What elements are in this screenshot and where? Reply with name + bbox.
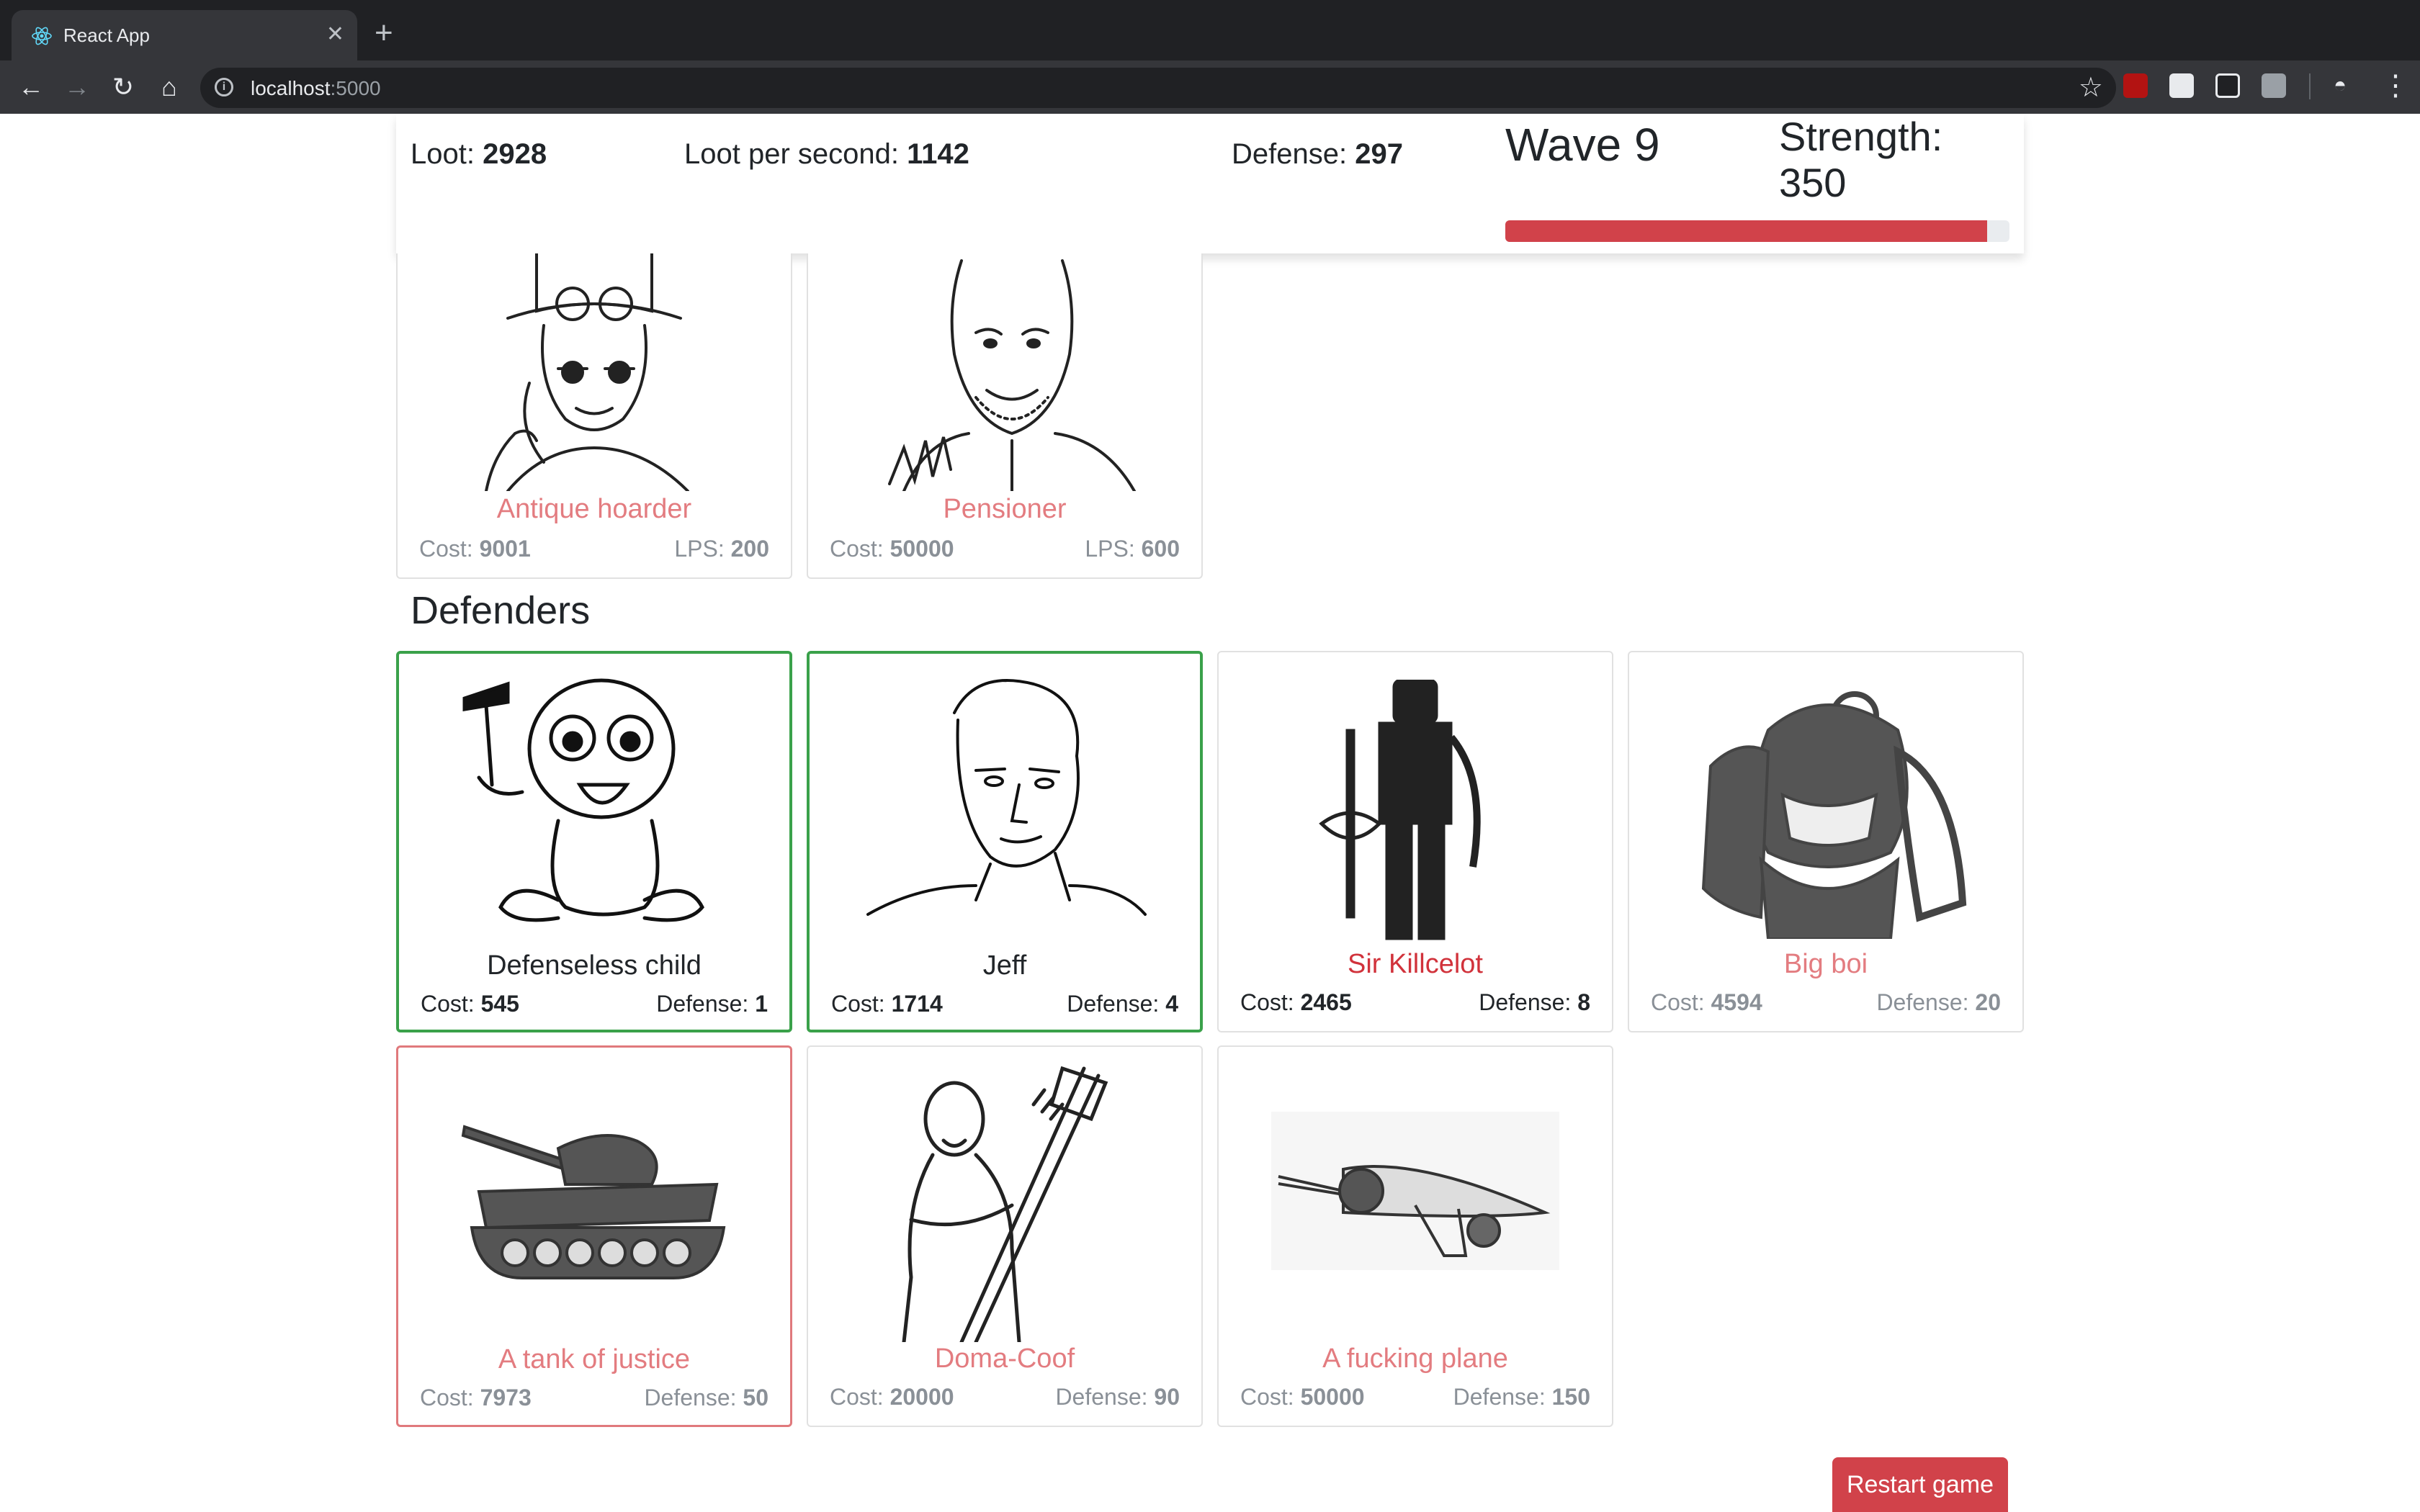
ublock-extension-icon[interactable]: [2123, 73, 2148, 98]
defender-name: Sir Killcelot: [1348, 949, 1483, 979]
new-tab-icon[interactable]: +: [375, 16, 393, 50]
knight-icon: [1319, 680, 1481, 940]
forward-icon[interactable]: →: [60, 71, 94, 104]
wave-progress-bar: [1505, 220, 2009, 242]
puzzle-extension-icon[interactable]: [2262, 73, 2286, 98]
wave-progress-fill: [1505, 220, 1987, 242]
baby-with-hammer-icon: [462, 678, 704, 922]
defender-name: Jeff: [982, 950, 1027, 981]
defender-card[interactable]: Sir Killcelot Cost: 2465 Defense: 8: [1217, 651, 1613, 1032]
restart-game-button[interactable]: Restart game: [1832, 1457, 2008, 1512]
defender-card[interactable]: Doma-Coof Cost: 20000 Defense: 90: [807, 1045, 1203, 1427]
defender-card[interactable]: A tank of justice Cost: 7973 Defense: 50: [396, 1045, 792, 1427]
incognito-icon[interactable]: ◓: [2328, 73, 2352, 98]
back-icon[interactable]: ←: [14, 71, 48, 104]
info-icon[interactable]: i: [215, 78, 233, 96]
extension-icon[interactable]: [2169, 73, 2194, 98]
toolbar-divider: [2309, 73, 2311, 99]
mask-extension-icon[interactable]: [2215, 73, 2240, 98]
defender-name: Defenseless child: [487, 950, 702, 981]
loot-per-second-stat: Loot per second: 1142: [684, 138, 969, 170]
reload-icon[interactable]: ↻: [107, 71, 140, 104]
tank-icon: [461, 1125, 726, 1279]
browser-toolbar: ← → ↻ ⌂ i localhost:5000 ☆: [0, 60, 2420, 114]
wave-title: Wave 9: [1505, 119, 1660, 171]
browser-tab[interactable]: React App ✕: [12, 10, 357, 60]
defender-card[interactable]: Jeff Cost: 1714 Defense: 4: [807, 651, 1203, 1032]
bookmark-star-icon[interactable]: ☆: [2079, 72, 2103, 104]
orc-warrior-icon: [1701, 691, 1967, 939]
old-man-icon: [888, 259, 1136, 491]
defender-card[interactable]: Big boi Cost: 4594 Defense: 20: [1628, 651, 2024, 1032]
close-tab-icon[interactable]: ✕: [326, 22, 344, 48]
react-logo-icon: [32, 27, 52, 45]
defender-name: Doma-Coof: [934, 1344, 1075, 1374]
defender-card[interactable]: A fucking plane Cost: 50000 Defense: 150: [1217, 1045, 1613, 1427]
browser-tab-bar: React App ✕ +: [0, 0, 2420, 60]
defender-name: A fucking plane: [1322, 1344, 1508, 1374]
plane-icon: [1271, 1112, 1559, 1270]
defender-name: Big boi: [1783, 949, 1868, 979]
man-face-icon: [866, 679, 1147, 916]
looter-card[interactable]: Antique hoarder Cost: 9001 LPS: 200: [396, 253, 792, 579]
steampunk-man-icon: [485, 253, 689, 491]
tab-title: React App: [63, 24, 150, 46]
defenders-heading: Defenders: [411, 589, 591, 632]
menu-dots-icon[interactable]: ⋮: [2381, 69, 2410, 102]
defender-card[interactable]: Defenseless child Cost: 545 Defense: 1: [396, 651, 792, 1032]
defender-name: A tank of justice: [498, 1344, 691, 1374]
address-bar[interactable]: i localhost:5000 ☆: [200, 68, 2116, 108]
defense-stat: Defense: 297: [1232, 138, 1403, 170]
game-stats-header: Loot: 2928 Loot per second: 1142 Defense…: [396, 114, 2024, 253]
guitar-warrior-icon: [902, 1066, 1108, 1342]
home-icon[interactable]: ⌂: [153, 71, 186, 104]
looter-name: Antique hoarder: [496, 494, 692, 524]
looter-name: Pensioner: [943, 494, 1067, 524]
wave-strength: Strength: 350: [1779, 114, 1943, 205]
url-text: localhost:5000: [251, 77, 381, 99]
looter-card[interactable]: Pensioner Cost: 50000 LPS: 600: [807, 253, 1203, 579]
loot-stat: Loot: 2928: [411, 138, 547, 170]
